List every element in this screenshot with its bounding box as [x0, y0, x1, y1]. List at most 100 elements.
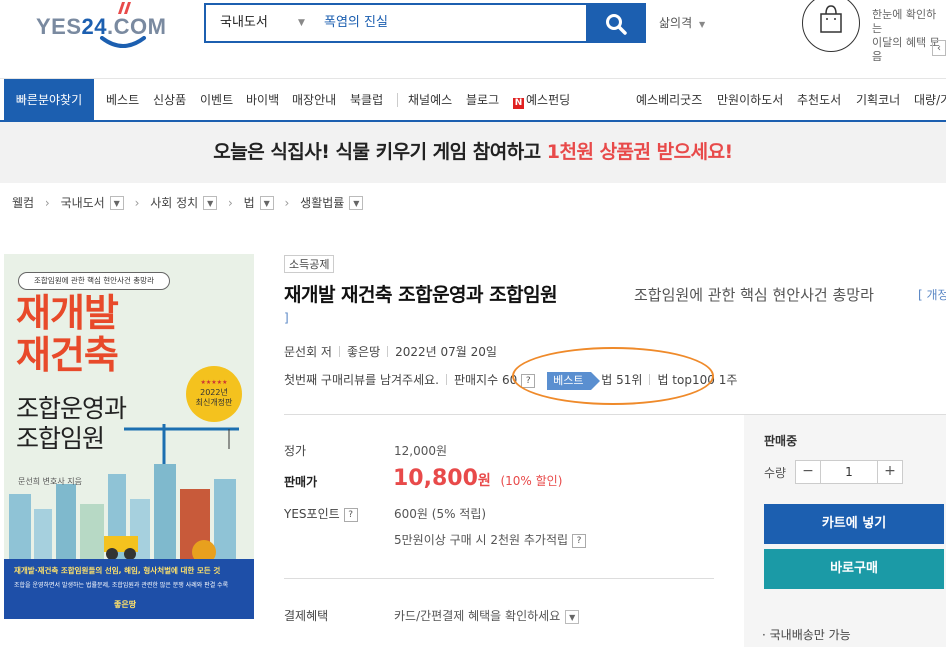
nav-item-goods[interactable]: 예스베리굿즈: [636, 79, 702, 121]
nav-item-bookclub[interactable]: 북클럽: [350, 79, 383, 121]
buy-now-button[interactable]: 바로구매: [764, 549, 944, 589]
divider: [445, 374, 447, 385]
list-price-value: 12,000원: [394, 444, 448, 458]
chevron-right-icon: ›: [44, 195, 50, 210]
shopping-bag-icon: [819, 4, 842, 33]
divider: [338, 346, 340, 357]
chevron-down-icon[interactable]: ▼: [203, 195, 218, 210]
publisher-link[interactable]: 좋은땅: [347, 345, 380, 359]
help-icon[interactable]: ?: [343, 507, 358, 522]
chevron-down-icon: ▼: [698, 20, 706, 29]
promo-text: 오늘은 식집사! 식물 키우기 게임 참여하고: [213, 141, 547, 163]
nav-item-channel-yes[interactable]: 채널예스: [408, 79, 452, 121]
breadcrumb-home[interactable]: 웰컴: [12, 194, 34, 211]
cover-publisher-mark: 좋은땅: [114, 600, 137, 609]
quantity-increase-button[interactable]: +: [877, 461, 902, 483]
sale-price-label: 판매가: [284, 475, 318, 489]
yes-point-label-text: YES포인트: [284, 507, 340, 521]
list-price-label: 정가: [284, 444, 307, 458]
promo-banner-text: 오늘은 식집사! 식물 키우기 게임 참여하고 1천원 상품권 받으세요!: [0, 122, 946, 183]
chevron-down-icon[interactable]: ▼: [259, 195, 274, 210]
revision-link[interactable]: [ 개정: [918, 286, 946, 303]
breadcrumb-society[interactable]: 사회 정치: [150, 194, 198, 211]
chevron-down-icon[interactable]: ▼: [109, 195, 124, 210]
chevron-down-icon[interactable]: ▼: [565, 609, 580, 624]
samui-menu[interactable]: 삶의격 ▼: [659, 14, 705, 31]
nav-item-special[interactable]: 기획코너: [856, 79, 900, 121]
quantity-label: 수량: [764, 466, 787, 480]
chevron-right-icon: ›: [284, 195, 290, 210]
extra-point: 5만원이상 구매 시 2천원 추가적립?: [394, 531, 587, 548]
search-category-label: 국내도서: [220, 15, 268, 30]
cover-title-red: 재개발 재건축: [16, 292, 119, 377]
sales-index-label: 판매지수: [453, 373, 499, 387]
quick-category-button[interactable]: 빠른분야찾기: [4, 79, 94, 121]
add-to-cart-button[interactable]: 카트에 넣기: [764, 504, 944, 544]
nav-item-best[interactable]: 베스트: [106, 79, 139, 121]
extra-point-text: 5만원이상 구매 시 2천원 추가적립: [394, 533, 569, 547]
sticker-stars: ★★★★★: [200, 379, 228, 386]
cover-edition-sticker: ★★★★★ 2022년 최신개정판: [186, 366, 242, 422]
main-nav: 빠른분야찾기 베스트 신상품 이벤트 바이백 매장안내 북클럽 채널예스 블로그…: [0, 78, 946, 122]
search-input[interactable]: [316, 5, 602, 41]
section-divider: [284, 578, 714, 579]
divider: [387, 346, 389, 357]
chevron-down-icon[interactable]: ▼: [298, 5, 305, 41]
promo-highlight: 1천원 상품권 받으세요!: [546, 141, 733, 163]
product-subtitle: 조합임원에 관한 핵심 현안사건 총망라: [634, 286, 874, 304]
book-cover-image[interactable]: 조합임원에 관한 핵심 현안사건 총망라 재개발 재건축 조합운영과 조합임원 …: [4, 254, 254, 619]
yes24-logo[interactable]: YES24.COM: [36, 2, 176, 48]
breadcrumb: 웰컴 › 국내도서 ▼ › 사회 정치 ▼ › 법 ▼ › 생활법률 ▼: [12, 194, 364, 214]
cover-city-illustration: [9, 424, 239, 564]
cover-title-black-1: 조합운영과: [16, 394, 127, 423]
search-button[interactable]: [586, 3, 646, 43]
shipping-note: · 국내배송만 가능: [762, 628, 851, 642]
nav-item-buyback[interactable]: 바이백: [246, 79, 279, 121]
payment-benefit-text: 카드/간편결제 혜택을 확인하세요: [394, 609, 561, 623]
product-meta: 문선회 저 좋은땅 2022년 07월 20일: [284, 343, 497, 360]
breadcrumb-life-law[interactable]: 생활법률: [300, 194, 344, 211]
author-link[interactable]: 문선회 저: [284, 345, 332, 359]
cover-blue-band: 재개발·재건축 조합임원들의 선임, 해임, 형사처벌에 대한 모든 것 조합을…: [4, 559, 254, 619]
promo-banner[interactable]: 오늘은 식집사! 식물 키우기 게임 참여하고 1천원 상품권 받으세요!: [0, 122, 946, 183]
chevron-left-icon[interactable]: ‹: [932, 40, 946, 56]
payment-benefit-label: 결제혜택: [284, 609, 329, 623]
cover-blue-line2: 조합을 운영하면서 발생하는 법률문제, 조합임원과 관련한 많은 분쟁 사례와…: [14, 582, 229, 589]
nav-item-event[interactable]: 이벤트: [200, 79, 233, 121]
revision-link-close[interactable]: ]: [284, 311, 289, 325]
cover-author-credit: 문선희 변호사 지음: [18, 477, 82, 486]
nav-item-recommended[interactable]: 추천도서: [797, 79, 841, 121]
payment-benefit[interactable]: 카드/간편결제 혜택을 확인하세요 ▼: [394, 607, 580, 624]
sticker-line2: 최신개정판: [195, 398, 233, 407]
review-prompt-link[interactable]: 첫번째 구매리뷰를 남겨주세요.: [284, 373, 439, 387]
tax-deduction-tag: 소득공제: [284, 255, 335, 273]
product-title: 재개발 재건축 조합운영과 조합임원: [284, 284, 558, 306]
new-badge: N: [513, 98, 524, 109]
sale-status: 판매중: [764, 434, 798, 448]
cover-top-caption: 조합임원에 관한 핵심 현안사건 총망라: [18, 272, 170, 290]
cover-blue-line1: 재개발·재건축 조합임원들의 선임, 해임, 형사처벌에 대한 모든 것: [14, 566, 221, 575]
nav-divider: [397, 93, 398, 107]
sale-price: 10,800원 (10% 할인): [393, 466, 562, 491]
nav-item-funding[interactable]: N 예스펀딩: [513, 79, 570, 121]
help-icon[interactable]: ?: [572, 533, 587, 548]
cover-title-red-2: 재건축: [16, 333, 119, 377]
quantity-input[interactable]: 1: [820, 461, 878, 483]
nav-item-blog[interactable]: 블로그: [466, 79, 499, 121]
breadcrumb-domestic[interactable]: 국내도서: [61, 194, 105, 211]
breadcrumb-law[interactable]: 법: [244, 194, 255, 211]
sale-price-value: 10,800: [393, 466, 478, 491]
nav-item-under-10000[interactable]: 만원이하도서: [717, 79, 783, 121]
chevron-right-icon: ›: [228, 195, 233, 210]
nav-item-store[interactable]: 매장안내: [292, 79, 336, 121]
cart-bag-button[interactable]: [802, 0, 860, 52]
quantity-decrease-button[interactable]: −: [796, 461, 821, 483]
search-icon: [606, 14, 627, 35]
samui-label: 삶의격: [659, 16, 693, 30]
nav-item-new[interactable]: 신상품: [153, 79, 186, 121]
highlight-oval-annotation: [512, 347, 714, 405]
chevron-down-icon[interactable]: ▼: [349, 195, 364, 210]
logo-smile-icon: [100, 36, 146, 48]
yes-point-label: YES포인트?: [284, 505, 358, 522]
nav-item-bulk[interactable]: 대량/기: [914, 79, 946, 121]
